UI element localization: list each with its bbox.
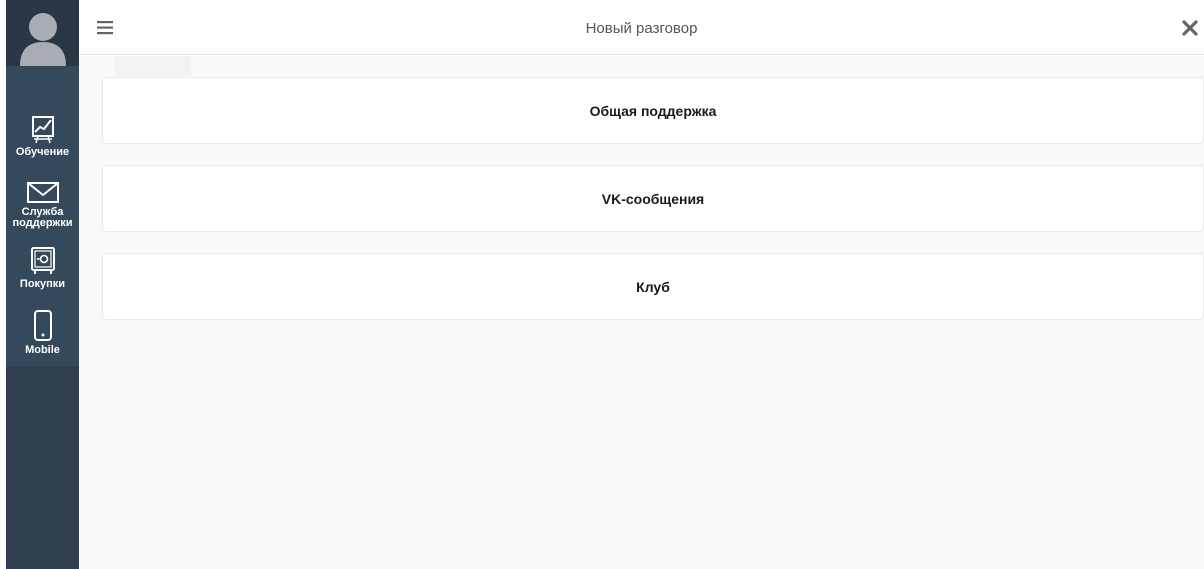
header: Новый разговор [79, 0, 1204, 55]
option-club[interactable]: Клуб [102, 253, 1204, 320]
envelope-icon [26, 182, 59, 203]
main-content: Общая поддержка VK-сообщения Клуб [79, 56, 1204, 569]
avatar[interactable] [6, 0, 79, 66]
safe-icon [30, 247, 55, 274]
sidebar-item-label: Обучение [15, 146, 70, 158]
app-window: Обучение Служба поддержки Покупки Mobile… [0, 0, 1204, 569]
sidebar-item-mobile[interactable]: Mobile [6, 310, 79, 356]
user-avatar-icon [19, 13, 66, 66]
sidebar: Обучение Служба поддержки Покупки Mobile [6, 0, 79, 569]
sidebar-item-label: Mobile [25, 344, 60, 356]
option-label: Клуб [636, 278, 670, 295]
chart-board-icon [31, 116, 54, 144]
background-tab [115, 56, 191, 76]
sidebar-item-label: Служба поддержки [12, 206, 73, 229]
sidebar-item-support[interactable]: Служба поддержки [6, 180, 79, 229]
sidebar-item-label: Покупки [19, 278, 66, 290]
close-icon [1182, 20, 1198, 36]
hamburger-menu-icon [97, 21, 113, 35]
option-label: Общая поддержка [589, 102, 717, 119]
option-vk-messages[interactable]: VK-сообщения [102, 165, 1204, 232]
sidebar-item-purchases[interactable]: Покупки [6, 246, 79, 290]
sidebar-item-training[interactable]: Обучение [6, 114, 79, 158]
page-title: Новый разговор [585, 20, 698, 37]
option-general-support[interactable]: Общая поддержка [102, 77, 1204, 144]
option-label: VK-сообщения [601, 190, 705, 207]
menu-button[interactable] [95, 17, 117, 39]
mobile-phone-icon [33, 310, 52, 341]
close-button[interactable] [1180, 18, 1200, 38]
sidebar-nav: Обучение Служба поддержки Покупки Mobile [6, 66, 79, 366]
